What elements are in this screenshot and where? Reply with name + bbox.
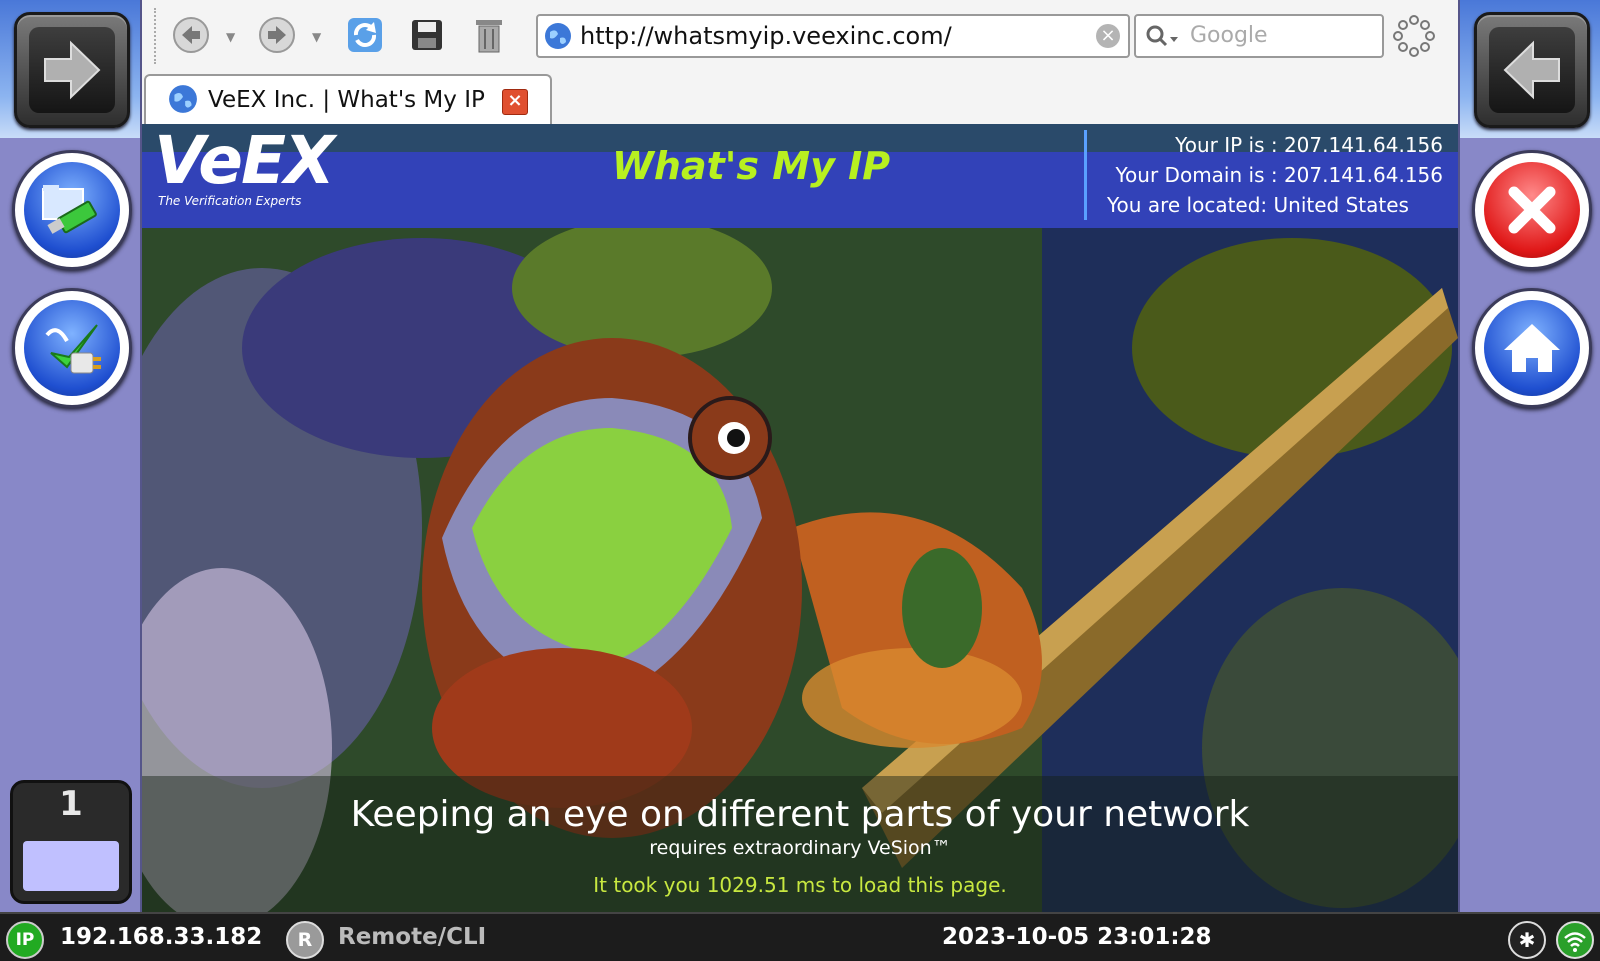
web-page: VeEX The Verification Experts What's My …: [142, 124, 1458, 912]
search-icon[interactable]: [1144, 23, 1184, 49]
ip-line: Your IP is : 207.141.64.156: [1175, 133, 1443, 157]
browser-window: ▼ ▼ http://whatsmyip.veexinc.com/ × Goog…: [142, 0, 1458, 912]
tab-title: VeEX Inc. | What's My IP: [208, 87, 485, 113]
home-button[interactable]: [1472, 288, 1592, 408]
tab-close-icon[interactable]: ×: [502, 89, 528, 115]
counter-value: 1: [59, 784, 83, 824]
location-line: You are located: United States: [1107, 193, 1409, 217]
datetime: 2023-10-05 23:01:28: [942, 924, 1212, 950]
plug-check-icon: [45, 324, 101, 374]
file-manager-button[interactable]: [12, 150, 132, 270]
status-bar: IP 192.168.33.182 R Remote/CLI 2023-10-0…: [0, 912, 1600, 961]
load-time-text: It took you 1029.51 ms to load this page…: [593, 873, 1007, 897]
ip-info-panel: Your IP is : 207.141.64.156 Your Domain …: [1084, 130, 1458, 220]
toolbar-grip[interactable]: [154, 8, 160, 64]
clear-url-icon[interactable]: ×: [1096, 24, 1120, 48]
arrow-left-icon: [1503, 40, 1560, 100]
wifi-icon[interactable]: [1556, 921, 1594, 959]
folder-usb-icon: [42, 185, 97, 234]
globe-icon: [545, 23, 571, 49]
remote-cli-label: Remote/CLI: [338, 924, 487, 950]
forward-dropdown-icon[interactable]: ▼: [312, 30, 321, 44]
forward-nav-button[interactable]: [14, 12, 130, 128]
connection-button[interactable]: [12, 288, 132, 408]
browser-toolbar: ▼ ▼ http://whatsmyip.veexinc.com/ × Goog…: [142, 0, 1458, 72]
remote-status-icon[interactable]: R: [286, 921, 324, 959]
back-button[interactable]: [172, 16, 210, 54]
trash-icon: [476, 20, 502, 53]
back-nav-button[interactable]: [1474, 12, 1590, 128]
logo-text: VeEX: [154, 124, 335, 199]
right-side-panel: [1458, 0, 1600, 912]
page-counter[interactable]: 1: [10, 780, 132, 904]
photo-caption: Keeping an eye on different parts of you…: [142, 776, 1458, 912]
back-arrow-icon: [173, 17, 209, 53]
counter-box: [23, 841, 119, 891]
search-placeholder[interactable]: Google: [1190, 16, 1268, 56]
url-text[interactable]: http://whatsmyip.veexinc.com/: [580, 16, 952, 56]
floppy-disk-icon: [412, 20, 442, 50]
forward-button[interactable]: [258, 16, 296, 54]
left-side-panel: 1: [0, 0, 142, 912]
site-banner: VeEX The Verification Experts What's My …: [142, 124, 1458, 228]
ip-address: 192.168.33.182: [60, 924, 263, 950]
url-bar[interactable]: http://whatsmyip.veexinc.com/ ×: [536, 14, 1130, 58]
search-bar[interactable]: Google: [1134, 14, 1384, 58]
close-icon: [1508, 186, 1556, 234]
home-icon: [1504, 324, 1560, 372]
ip-status-icon[interactable]: IP: [6, 921, 44, 959]
wifi-signal-icon: [1564, 932, 1586, 952]
delete-button[interactable]: [470, 16, 508, 54]
page-title: What's My IP: [612, 144, 891, 188]
domain-line: Your Domain is : 207.141.64.156: [1115, 163, 1444, 187]
save-button[interactable]: [408, 16, 446, 54]
loading-throbber: [1392, 14, 1436, 62]
arrow-right-icon: [44, 40, 101, 100]
tab-veex-whats-my-ip[interactable]: VeEX Inc. | What's My IP ×: [144, 74, 552, 124]
close-app-button[interactable]: [1472, 150, 1592, 270]
tab-globe-icon: [169, 85, 197, 113]
tab-bar: VeEX Inc. | What's My IP ×: [142, 72, 1458, 126]
forward-arrow-icon: [259, 17, 295, 53]
veex-logo[interactable]: VeEX The Verification Experts: [154, 124, 335, 209]
reload-icon: [348, 18, 382, 52]
reload-button[interactable]: [346, 16, 384, 54]
caption-headline: Keeping an eye on different parts of you…: [350, 794, 1250, 835]
caption-subline: requires extraordinary VeSion™: [649, 837, 951, 859]
back-dropdown-icon[interactable]: ▼: [226, 30, 235, 44]
throbber-icon: [1393, 15, 1435, 57]
bluetooth-icon[interactable]: ✱: [1508, 921, 1546, 959]
